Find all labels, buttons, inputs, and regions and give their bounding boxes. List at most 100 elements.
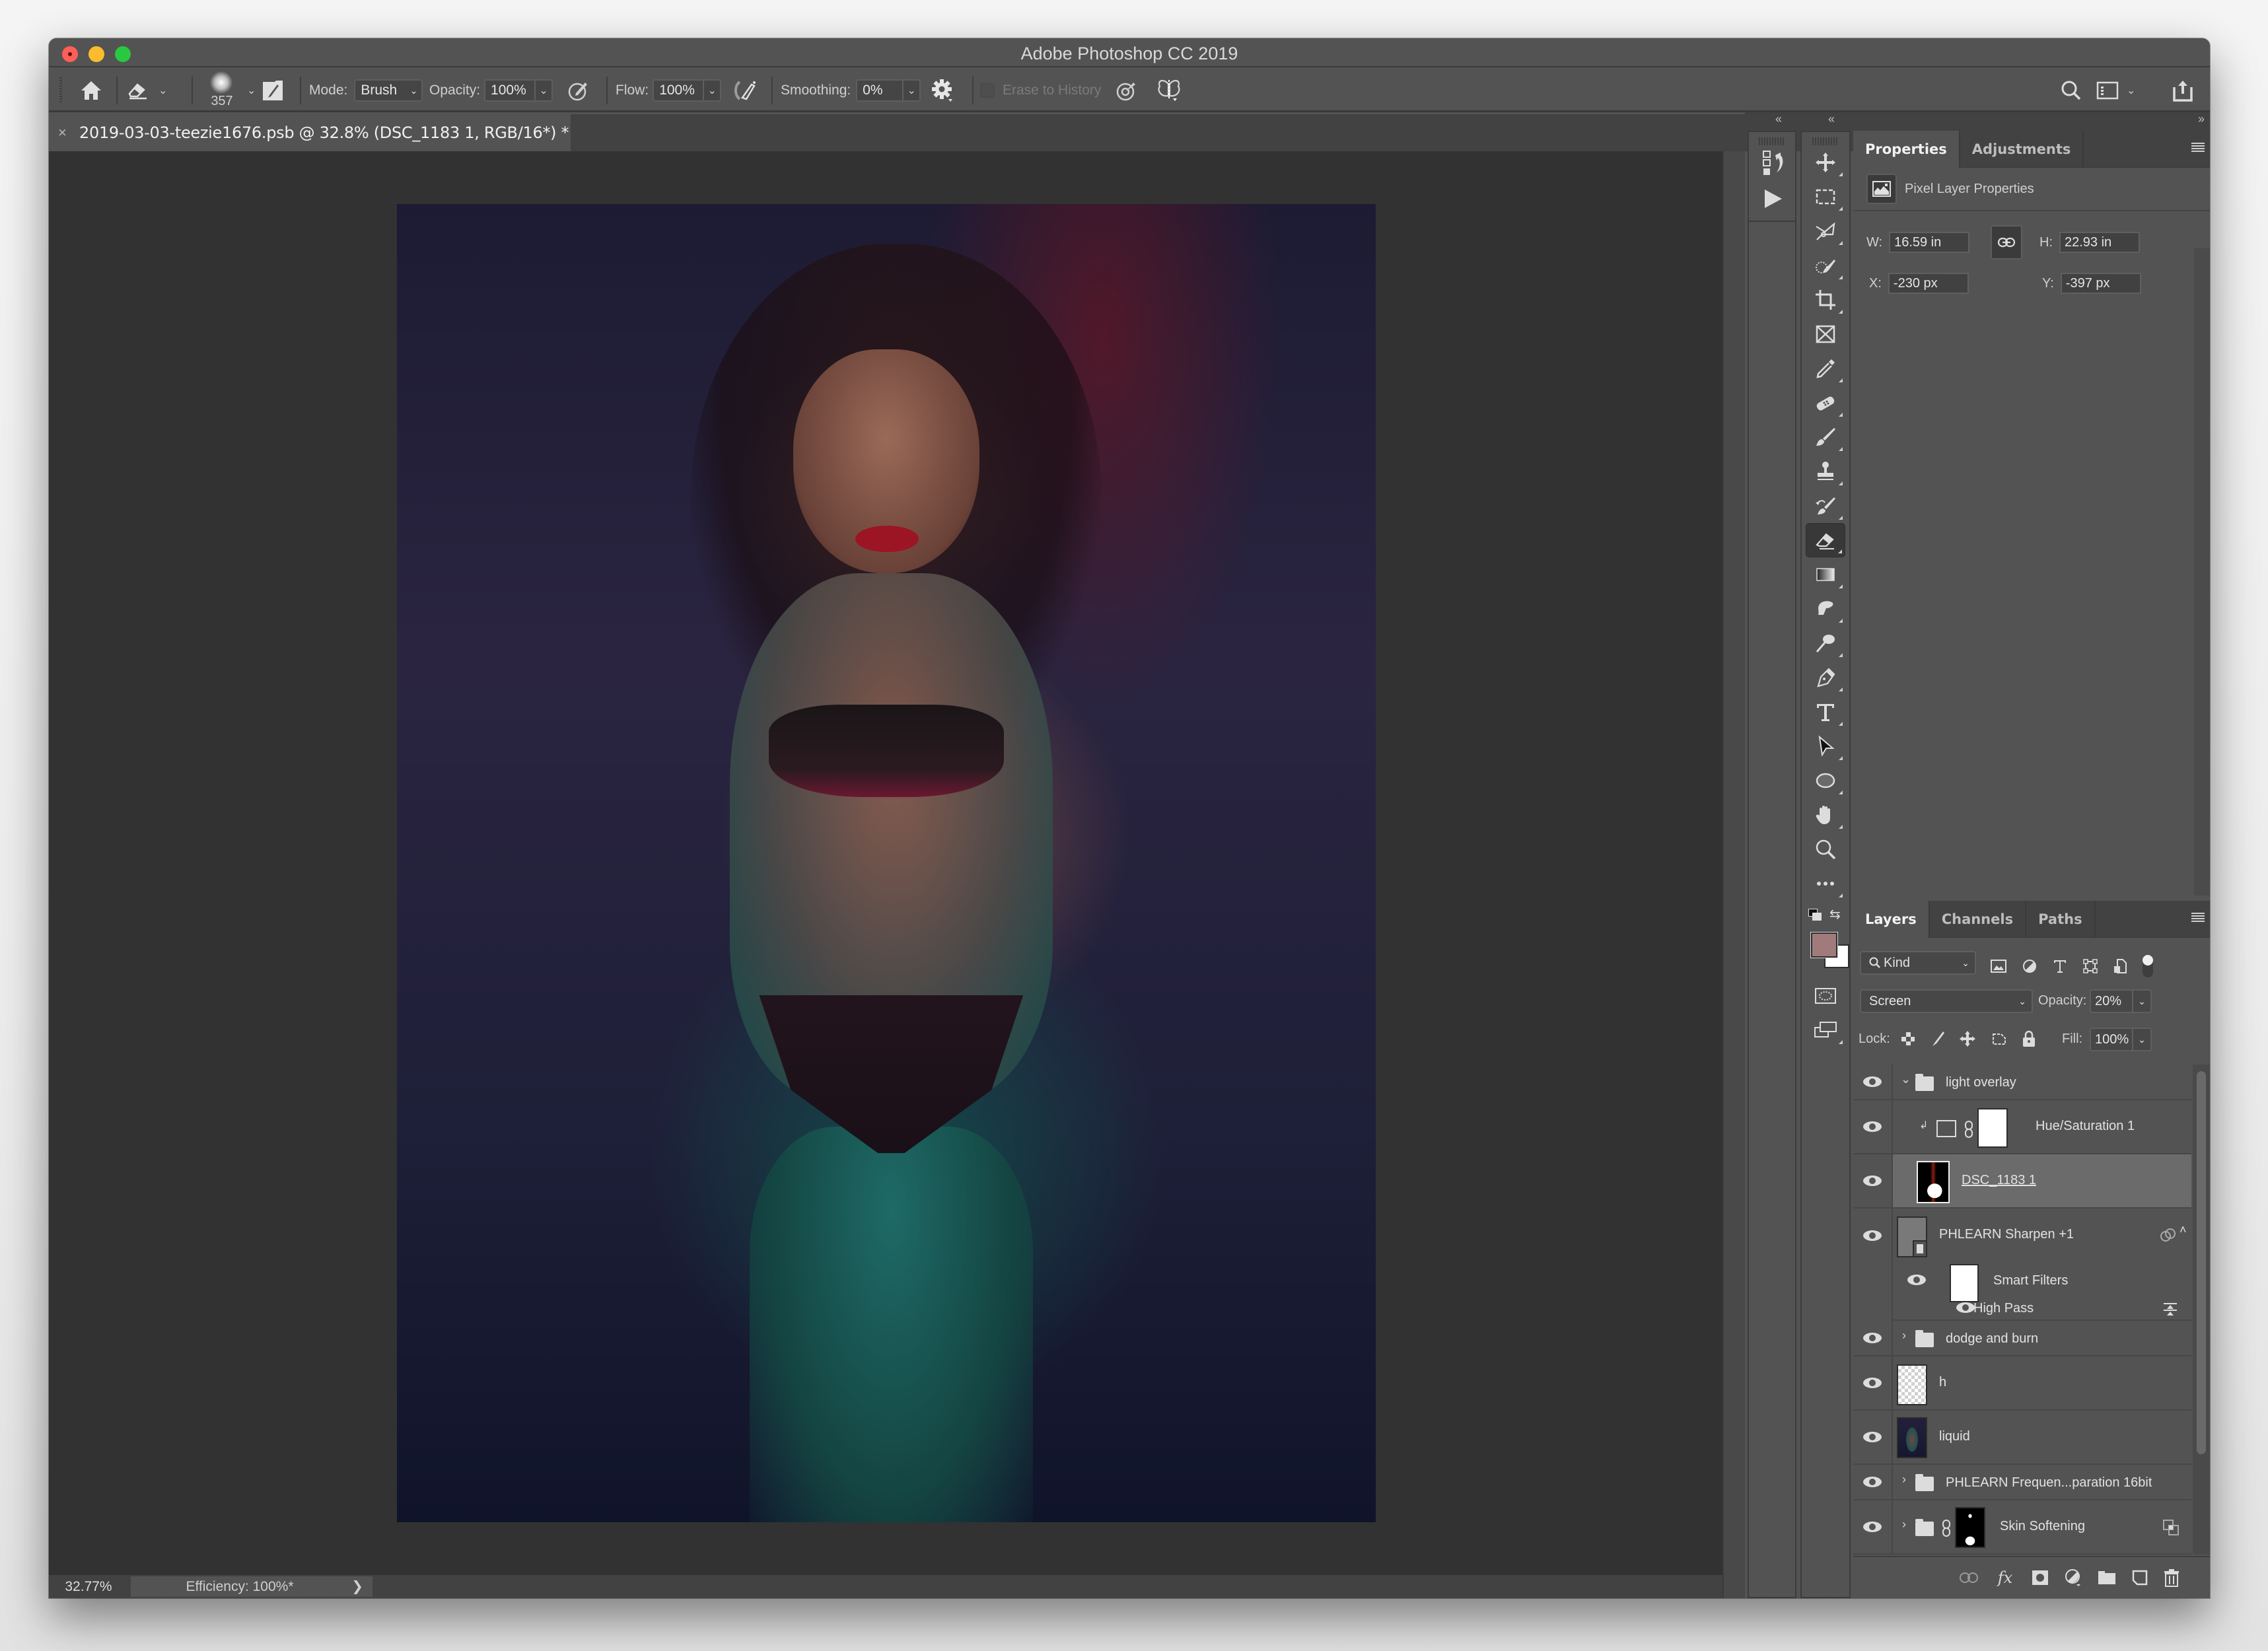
- properties-scrollbar[interactable]: [2194, 248, 2210, 896]
- healing-brush-tool[interactable]: [1806, 386, 1845, 420]
- layer-opacity-input[interactable]: 20% ⌄: [2090, 989, 2152, 1013]
- default-colors-icon[interactable]: [1808, 909, 1823, 921]
- gradient-tool[interactable]: [1806, 557, 1845, 592]
- tab-adjustments[interactable]: Adjustments: [1960, 131, 2084, 168]
- document-image[interactable]: [397, 204, 1376, 1522]
- crop-tool[interactable]: [1806, 283, 1845, 317]
- canvas-vertical-scrollbar[interactable]: [1722, 151, 1745, 1598]
- filter-adjustment-icon[interactable]: [2022, 959, 2037, 973]
- document-canvas[interactable]: [49, 151, 1722, 1575]
- close-tab-icon[interactable]: ×: [58, 124, 75, 141]
- expand-group-chevron-icon[interactable]: ›: [1902, 1518, 1906, 1531]
- chevron-down-icon[interactable]: ⌄: [902, 81, 919, 100]
- checkbox[interactable]: [980, 83, 995, 98]
- new-adjustment-layer-icon[interactable]: [2065, 1568, 2082, 1587]
- home-button[interactable]: [71, 69, 111, 112]
- tab-properties[interactable]: Properties: [1853, 131, 1960, 168]
- collapse-panels-left-icon[interactable]: ‹‹: [1775, 112, 1782, 126]
- actions-panel-button[interactable]: [1749, 181, 1798, 217]
- smart-filters-row[interactable]: Smart Filters: [1894, 1263, 2191, 1302]
- smoothing-input[interactable]: 0% ⌄: [856, 79, 921, 102]
- dodge-tool[interactable]: [1806, 626, 1845, 660]
- mask-link-icon[interactable]: [1964, 1120, 1973, 1139]
- smudge-tool[interactable]: [1806, 592, 1845, 626]
- filter-smart-object-icon[interactable]: [2113, 959, 2127, 973]
- pressure-size-button[interactable]: [1115, 69, 1139, 112]
- eraser-tool[interactable]: [1806, 523, 1845, 557]
- layer-mask-thumbnail[interactable]: [1977, 1108, 2008, 1148]
- delete-layer-icon[interactable]: [2164, 1568, 2179, 1587]
- brush-tool[interactable]: [1806, 420, 1845, 454]
- expand-panels-icon[interactable]: ››: [2198, 112, 2205, 126]
- lock-all-icon[interactable]: [2022, 1030, 2036, 1047]
- lock-transparent-pixels-icon[interactable]: [1901, 1032, 1915, 1046]
- filter-toggle[interactable]: [2143, 955, 2153, 977]
- zoom-tool[interactable]: [1806, 832, 1845, 866]
- filter-shape-icon[interactable]: [2083, 959, 2098, 973]
- layer-row-liquid[interactable]: liquid: [1853, 1411, 2191, 1465]
- fill-input[interactable]: 100% ⌄: [2090, 1028, 2152, 1051]
- scrollbar-thumb[interactable]: [2197, 1071, 2206, 1454]
- layers-scrollbar[interactable]: [2193, 1065, 2210, 1555]
- pen-tool[interactable]: [1806, 660, 1845, 695]
- chevron-down-icon[interactable]: ⌄: [2132, 991, 2150, 1012]
- flow-input[interactable]: 100% ⌄: [653, 79, 722, 102]
- path-selection-tool[interactable]: [1806, 729, 1845, 763]
- type-tool[interactable]: [1806, 695, 1845, 729]
- lock-image-pixels-icon[interactable]: [1930, 1030, 1944, 1047]
- collapse-tools-left-icon[interactable]: ‹‹: [1828, 112, 1835, 126]
- width-input[interactable]: 16.59 in: [1889, 232, 1970, 253]
- new-layer-icon[interactable]: [2132, 1570, 2148, 1586]
- erase-to-history-checkbox[interactable]: Erase to History: [980, 69, 1101, 112]
- frame-tool[interactable]: [1806, 317, 1845, 351]
- visibility-toggle[interactable]: [1853, 1356, 1893, 1409]
- mode-select[interactable]: Brush ⌄: [354, 79, 423, 102]
- visibility-toggle[interactable]: [1853, 1321, 1893, 1355]
- layer-row-light-overlay[interactable]: ⌄ light overlay: [1853, 1065, 2191, 1100]
- chevron-right-icon[interactable]: ❯: [351, 1576, 363, 1597]
- swap-colors-icon[interactable]: ⇆: [1829, 906, 1841, 923]
- pressure-opacity-button[interactable]: [567, 69, 590, 112]
- eye-icon[interactable]: [1907, 1275, 1926, 1285]
- expand-group-chevron-icon[interactable]: ›: [1902, 1473, 1906, 1487]
- group-mask-icon[interactable]: [2162, 1519, 2179, 1536]
- collapse-effects-chevron-icon[interactable]: ˄: [2179, 1223, 2187, 1237]
- brush-settings-toggle[interactable]: [262, 69, 288, 112]
- tab-channels[interactable]: Channels: [1930, 901, 2027, 938]
- quick-selection-tool[interactable]: [1806, 248, 1845, 283]
- quick-mask-button[interactable]: [1806, 979, 1845, 1013]
- smart-filter-blend-icon[interactable]: [2160, 1227, 2177, 1243]
- expand-group-chevron-icon[interactable]: ›: [1902, 1329, 1906, 1343]
- panel-grip[interactable]: [1759, 137, 1785, 145]
- expand-group-chevron-icon[interactable]: ⌄: [1901, 1072, 1911, 1086]
- visibility-toggle[interactable]: [1853, 1465, 1893, 1499]
- visibility-toggle[interactable]: [1853, 1154, 1893, 1207]
- options-bar-grip[interactable]: [59, 69, 62, 112]
- mask-link-icon[interactable]: [1942, 1519, 1951, 1537]
- history-brush-tool[interactable]: [1806, 489, 1845, 523]
- polygonal-lasso-tool[interactable]: [1806, 214, 1845, 248]
- chevron-down-icon[interactable]: ⌄: [534, 81, 551, 100]
- link-layers-icon[interactable]: [1959, 1572, 1979, 1584]
- foreground-color-swatch[interactable]: [1810, 932, 1838, 958]
- layer-row-dsc-1183[interactable]: DSC_1183 1: [1853, 1154, 2191, 1209]
- layer-row-skin-softening[interactable]: › Skin Softening: [1853, 1500, 2191, 1555]
- filter-pixel-icon[interactable]: [1991, 960, 2006, 973]
- filter-type-icon[interactable]: [2053, 959, 2067, 973]
- smoothing-options-button[interactable]: [931, 69, 954, 112]
- add-mask-icon[interactable]: [2032, 1570, 2049, 1586]
- tab-layers[interactable]: Layers: [1853, 901, 1930, 938]
- edit-toolbar[interactable]: [1806, 866, 1845, 901]
- visibility-toggle[interactable]: [1853, 1100, 1893, 1153]
- visibility-toggle[interactable]: [1853, 1500, 1893, 1553]
- document-tab[interactable]: × 2019-03-03-teezie1676.psb @ 32.8% (DSC…: [49, 114, 571, 151]
- symmetry-button[interactable]: [1156, 69, 1182, 112]
- chevron-down-icon[interactable]: ⌄: [2132, 1029, 2150, 1050]
- opacity-input[interactable]: 100% ⌄: [484, 79, 553, 102]
- ellipse-tool[interactable]: [1806, 763, 1845, 798]
- chevron-down-icon[interactable]: ⌄: [703, 81, 720, 100]
- rectangular-marquee-tool[interactable]: [1806, 180, 1845, 214]
- panel-menu-icon[interactable]: [2191, 913, 2205, 923]
- move-tool[interactable]: [1806, 145, 1845, 180]
- filter-row-high-pass[interactable]: High Pass: [1894, 1300, 2191, 1319]
